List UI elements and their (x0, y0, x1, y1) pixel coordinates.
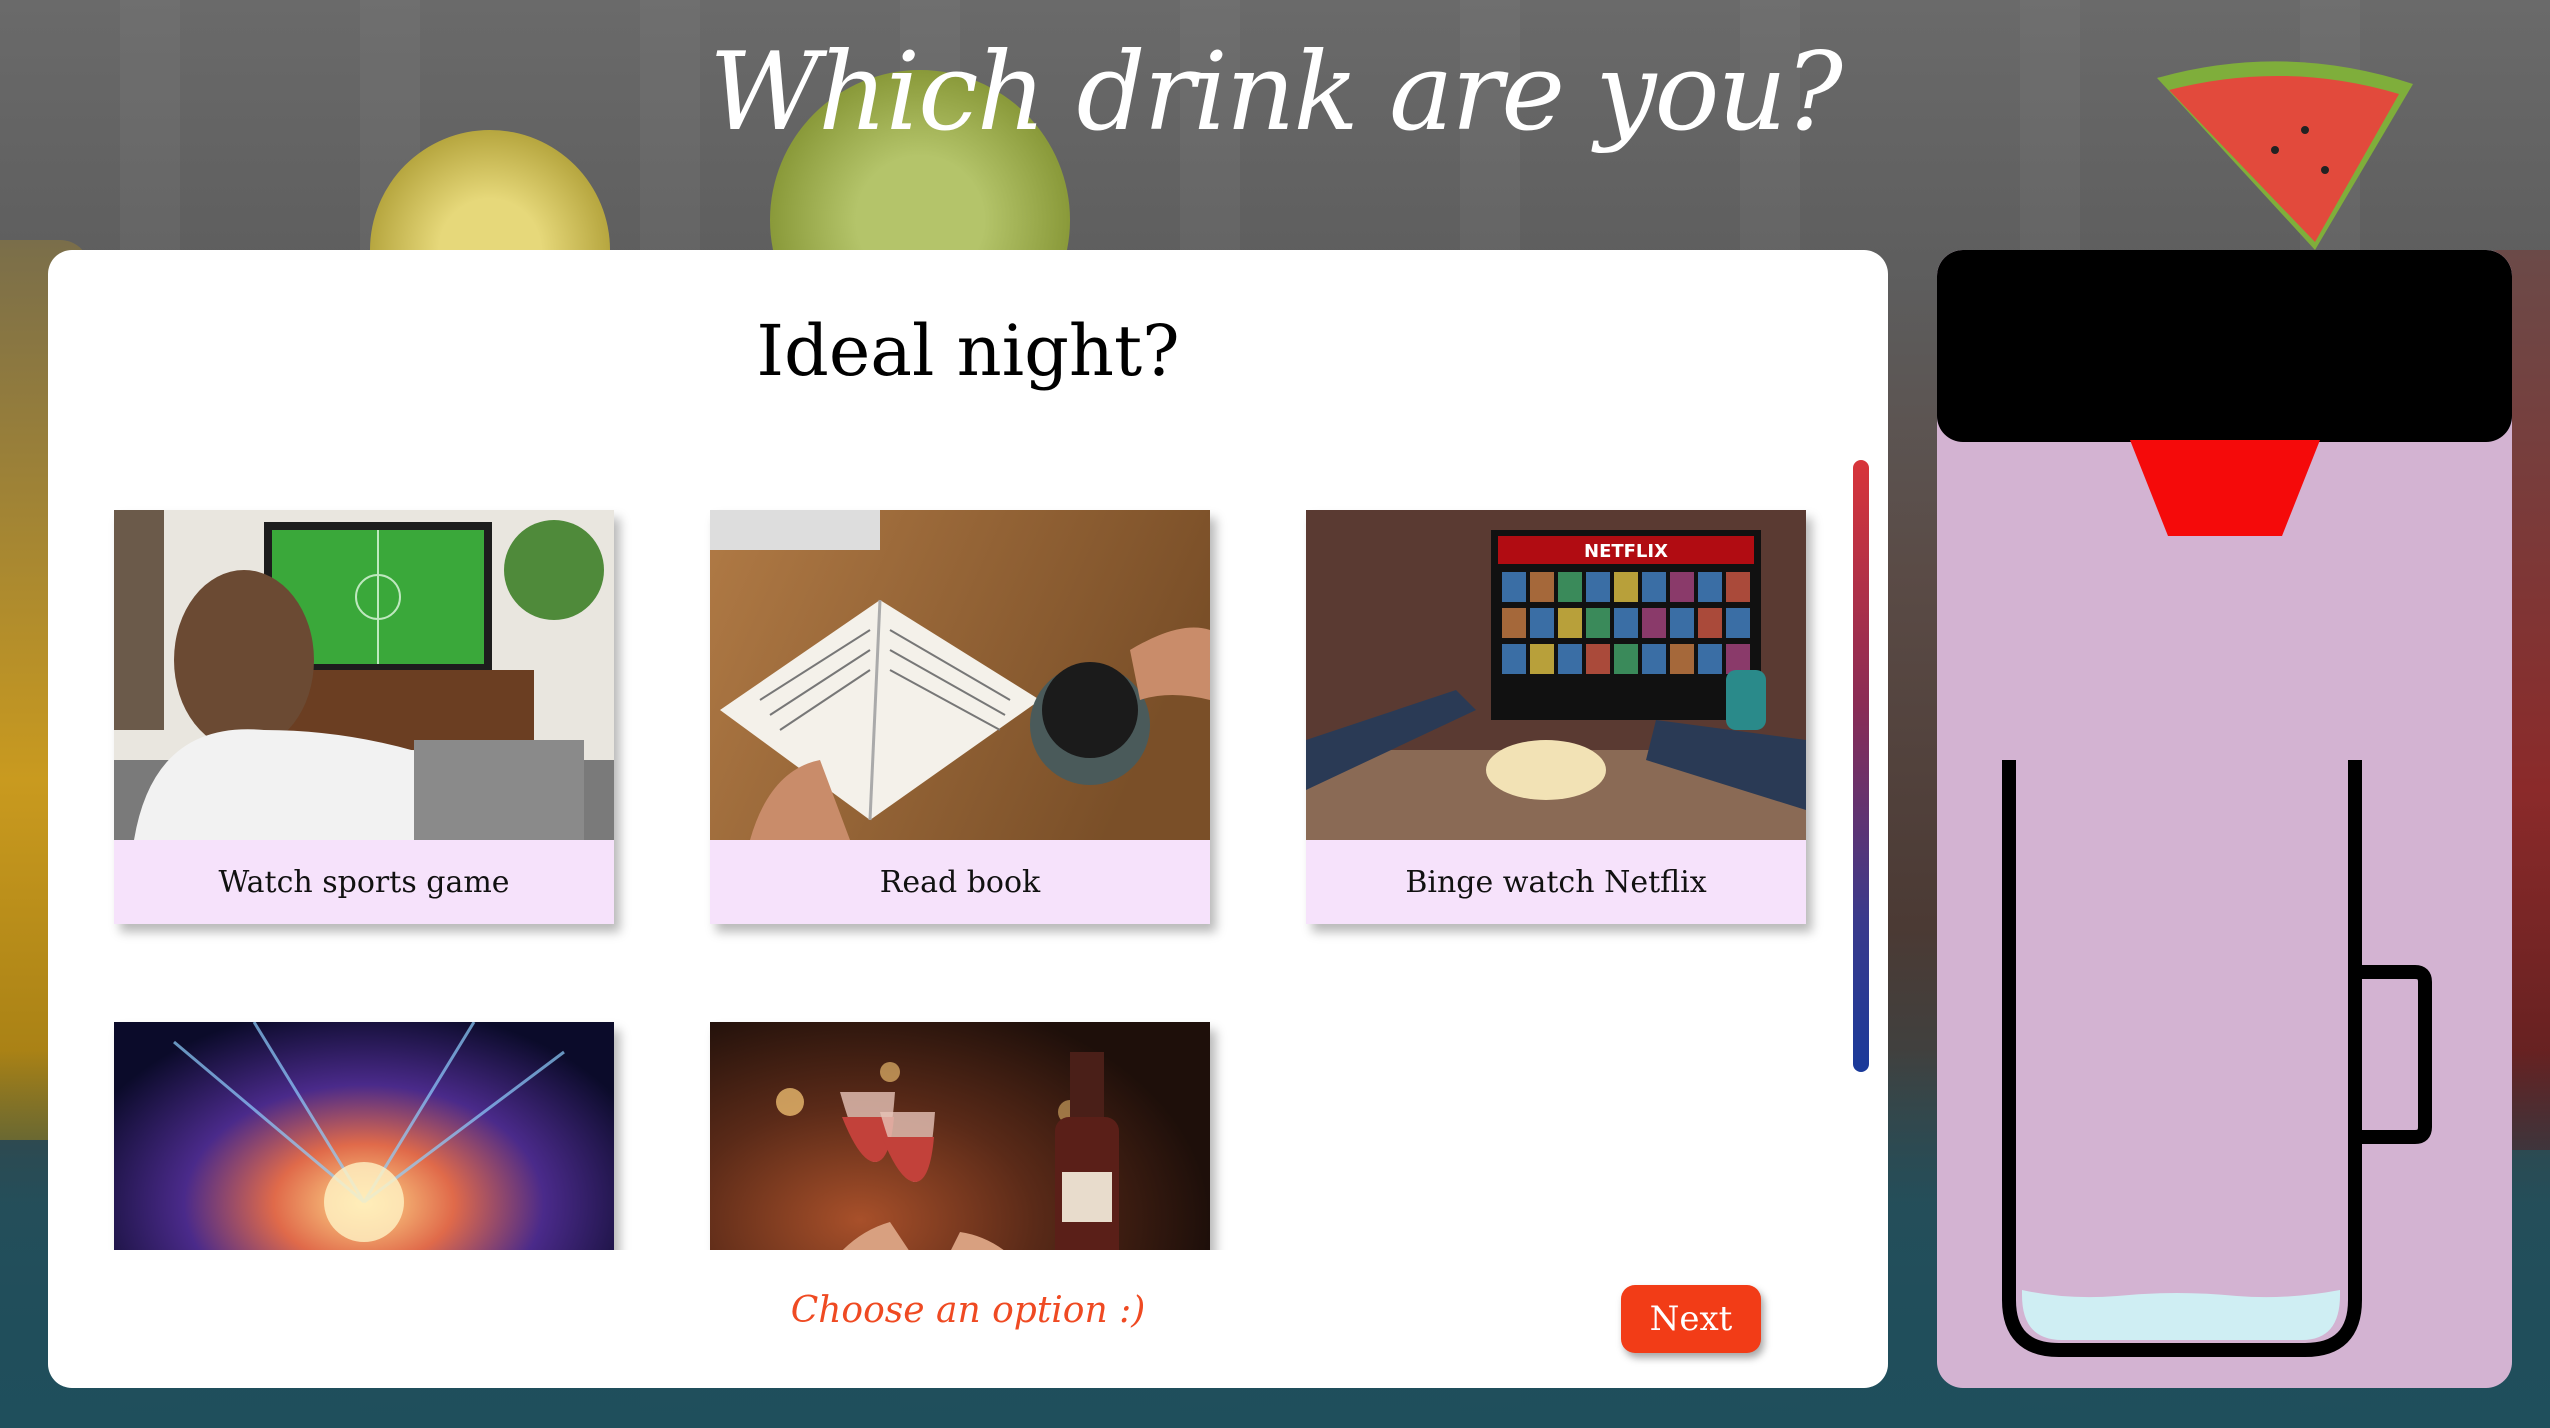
option-label: Watch sports game (114, 840, 614, 924)
tv-sports-image (114, 510, 614, 840)
page-title: Which drink are you? (709, 30, 1843, 155)
option-card-wine[interactable] (710, 1022, 1210, 1250)
liquid-fill (2022, 1290, 2340, 1340)
next-button[interactable]: Next (1621, 1285, 1761, 1353)
drink-preview-panel (1937, 250, 2512, 1388)
mug-glass (2002, 760, 2432, 1357)
option-label: Read book (710, 840, 1210, 924)
option-card-netflix[interactable]: NETFLIX Binge watch Netflix (1306, 510, 1806, 924)
question-heading: Ideal night? (756, 310, 1180, 392)
option-card-concert[interactable] (114, 1022, 614, 1250)
netflix-image: NETFLIX (1306, 510, 1806, 840)
status-message: Choose an option :) (790, 1290, 1146, 1331)
options-scrollbar[interactable] (1853, 460, 1869, 1072)
option-card-sports[interactable]: Watch sports game (114, 510, 614, 924)
wine-dinner-image (710, 1022, 1210, 1250)
svg-text:NETFLIX: NETFLIX (1584, 541, 1668, 562)
book-coffee-image (710, 510, 1210, 840)
options-scroll-area[interactable]: Ideal night? Watch sports game Read book… (48, 250, 1888, 1250)
option-label: Binge watch Netflix (1306, 840, 1806, 924)
option-card-book[interactable]: Read book (710, 510, 1210, 924)
concert-image (114, 1022, 614, 1250)
quiz-card: Ideal night? Watch sports game Read book… (48, 250, 1888, 1388)
